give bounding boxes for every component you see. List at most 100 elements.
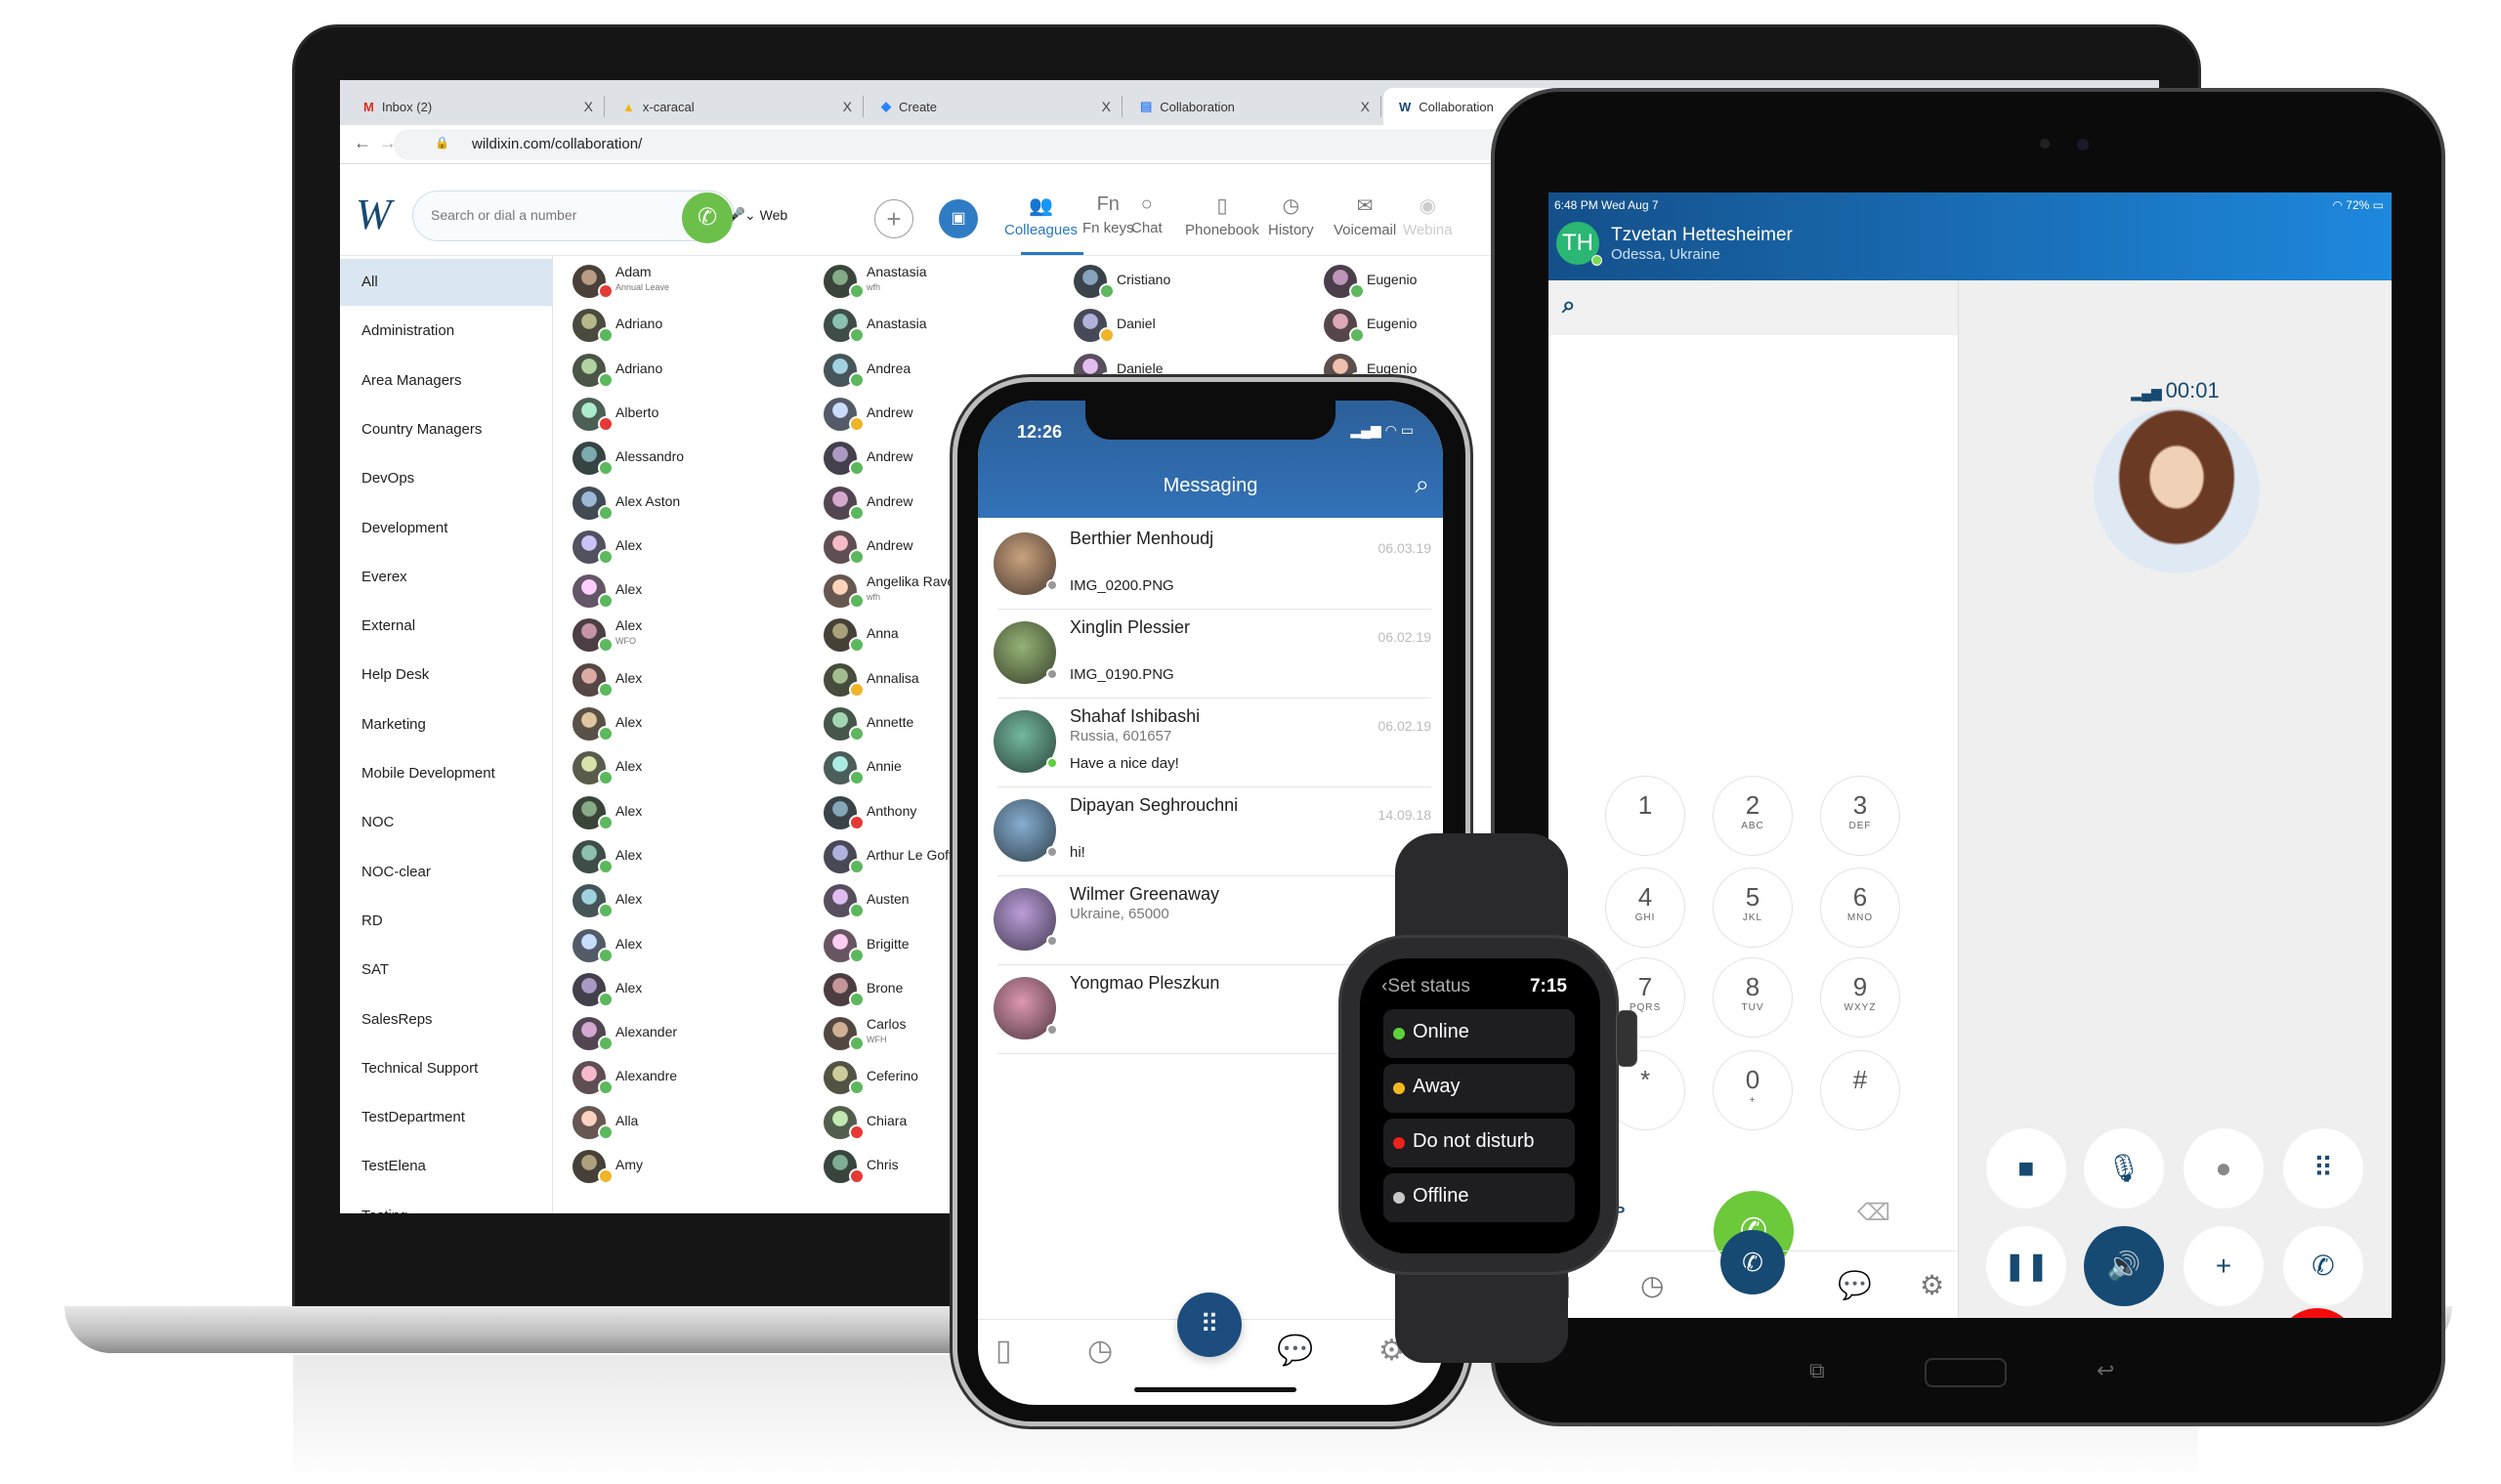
sidebar-item-technical-support[interactable]: Technical Support: [340, 1045, 553, 1092]
sidebar-item-testdepartment[interactable]: TestDepartment: [340, 1094, 553, 1141]
back-icon[interactable]: ←: [354, 133, 371, 153]
dial-key-5[interactable]: 5 JKL: [1713, 868, 1793, 948]
transfer-button[interactable]: ✆: [2283, 1226, 2363, 1306]
sidebar-item-rd[interactable]: RD: [340, 898, 553, 945]
message-thread[interactable]: Dipayan Seghrouchni hi! 14.09.18: [978, 787, 1443, 876]
tab-fn-keys[interactable]: Fn Fn keys: [1082, 193, 1134, 236]
backspace-icon[interactable]: ⌫: [1857, 1199, 1890, 1227]
watch-back-button[interactable]: ‹Set status: [1381, 976, 1470, 997]
call-button[interactable]: ✆: [682, 192, 733, 243]
sidebar-item-everex[interactable]: Everex: [340, 554, 553, 601]
sidebar-item-development[interactable]: Development: [340, 505, 553, 552]
colleague-item[interactable]: Anastasia wfh: [812, 259, 1056, 303]
colleague-item[interactable]: Alex WFO: [561, 613, 805, 657]
sidebar-item-administration[interactable]: Administration: [340, 308, 553, 355]
colleague-item[interactable]: Alex: [561, 525, 805, 569]
tab-voicemail[interactable]: ✉ Voicemail: [1334, 193, 1396, 238]
screen-share-button[interactable]: ▣: [939, 199, 978, 238]
sidebar-item-testing[interactable]: Testing: [340, 1193, 553, 1213]
hangup-button[interactable]: ☎: [2277, 1308, 2357, 1318]
add-button[interactable]: +: [874, 199, 913, 238]
settings-icon[interactable]: ⚙: [1920, 1269, 1944, 1301]
dial-key-1[interactable]: 1: [1605, 776, 1685, 856]
browser-tab-4[interactable]: ▤ Collaboration X: [1124, 88, 1383, 125]
sidebar-item-sat[interactable]: SAT: [340, 947, 553, 994]
colleague-item[interactable]: Cristiano: [1062, 259, 1306, 303]
dial-key-hash[interactable]: #: [1820, 1050, 1900, 1130]
message-thread[interactable]: Berthier Menhoudj IMG_0200.PNG 06.03.19: [978, 521, 1443, 610]
sidebar-item-help-desk[interactable]: Help Desk: [340, 652, 553, 699]
phonebook-icon[interactable]: ▯: [996, 1334, 1012, 1368]
dialpad-tab-button[interactable]: ✆: [1720, 1230, 1785, 1294]
sidebar-item-external[interactable]: External: [340, 603, 553, 650]
dial-key-4[interactable]: 4 GHI: [1605, 868, 1685, 948]
history-icon[interactable]: ◷: [1640, 1269, 1664, 1301]
chat-icon[interactable]: 💬: [1277, 1334, 1313, 1368]
colleague-item[interactable]: Alex: [561, 701, 805, 745]
dial-key-9[interactable]: 9 WXYZ: [1820, 957, 1900, 1038]
search-icon[interactable]: ⌕: [1415, 469, 1429, 500]
close-tab-icon[interactable]: X: [584, 99, 593, 114]
status-option-online[interactable]: Online: [1383, 1009, 1575, 1058]
sidebar-item-salesreps[interactable]: SalesReps: [340, 996, 553, 1043]
browser-tab-2[interactable]: ▲ x-caracal X: [607, 88, 866, 125]
dial-key-2[interactable]: 2 ABC: [1713, 776, 1793, 856]
dial-key-6[interactable]: 6 MNO: [1820, 868, 1900, 948]
sidebar-item-noc-clear[interactable]: NOC-clear: [340, 849, 553, 896]
sidebar-item-all[interactable]: All: [340, 259, 553, 306]
colleague-item[interactable]: Adriano: [561, 348, 805, 392]
colleague-item[interactable]: Alberto: [561, 392, 805, 436]
dial-key-3[interactable]: 3 DEF: [1820, 776, 1900, 856]
tab-colleagues[interactable]: 👥 Colleagues: [1004, 193, 1078, 238]
colleague-item[interactable]: Alex: [561, 967, 805, 1011]
dial-key-8[interactable]: 8 TUV: [1713, 957, 1793, 1038]
status-option-offline[interactable]: Offline: [1383, 1173, 1575, 1222]
colleague-item[interactable]: Daniel: [1062, 303, 1306, 347]
tab-history[interactable]: ◷ History: [1268, 193, 1314, 238]
home-button[interactable]: [1925, 1358, 2007, 1387]
colleague-item[interactable]: Alla: [561, 1100, 805, 1144]
sidebar-item-noc[interactable]: NOC: [340, 799, 553, 846]
record-button[interactable]: ●: [2183, 1128, 2264, 1208]
dialpad-button[interactable]: ⠿: [1177, 1293, 1242, 1357]
colleague-item[interactable]: Adriano: [561, 303, 805, 347]
colleague-item[interactable]: Alexander: [561, 1011, 805, 1055]
sidebar-item-country-managers[interactable]: Country Managers: [340, 406, 553, 453]
colleague-item[interactable]: Alex: [561, 923, 805, 967]
digital-crown[interactable]: [1616, 1010, 1637, 1067]
search-icon[interactable]: ⌕: [1562, 292, 1575, 319]
colleague-item[interactable]: Anastasia: [812, 303, 1056, 347]
colleague-item[interactable]: Alex: [561, 790, 805, 834]
sidebar-item-area-managers[interactable]: Area Managers: [340, 358, 553, 404]
mute-button[interactable]: 🎙: [2084, 1128, 2164, 1208]
colleague-item[interactable]: Alex Aston: [561, 481, 805, 525]
dial-key-0[interactable]: 0 +: [1713, 1050, 1793, 1130]
close-tab-icon[interactable]: X: [1361, 99, 1370, 114]
history-icon[interactable]: ◷: [1087, 1334, 1113, 1368]
sidebar-item-marketing[interactable]: Marketing: [340, 701, 553, 748]
chat-icon[interactable]: 💬: [1838, 1269, 1872, 1301]
sidebar-item-testelena[interactable]: TestElena: [340, 1143, 553, 1190]
search-bar[interactable]: ⌕: [1548, 280, 1958, 335]
recents-button[interactable]: ⧉: [1809, 1358, 1825, 1383]
status-option-do-not-disturb[interactable]: Do not disturb: [1383, 1119, 1575, 1167]
colleague-item[interactable]: Alexandre: [561, 1055, 805, 1099]
sidebar-item-mobile-development[interactable]: Mobile Development: [340, 750, 553, 797]
colleague-item[interactable]: Adam Annual Leave: [561, 259, 805, 303]
colleague-item[interactable]: Alessandro: [561, 436, 805, 480]
browser-tab-1[interactable]: M Inbox (2) X: [348, 88, 607, 125]
close-tab-icon[interactable]: X: [1102, 99, 1111, 114]
back-button[interactable]: ↩: [2097, 1358, 2114, 1383]
colleague-item[interactable]: Alex: [561, 657, 805, 701]
browser-tab-3[interactable]: ◆ Create X: [866, 88, 1124, 125]
message-thread[interactable]: Shahaf Ishibashi Russia, 601657 Have a nic…: [978, 699, 1443, 787]
colleague-item[interactable]: Alex: [561, 878, 805, 922]
speaker-button[interactable]: 🔊: [2084, 1226, 2164, 1306]
status-option-away[interactable]: Away: [1383, 1064, 1575, 1113]
tab-webina[interactable]: ◉ Webina: [1403, 193, 1453, 238]
tab-phonebook[interactable]: ▯ Phonebook: [1185, 193, 1259, 238]
device-select[interactable]: ⌄ Web: [744, 207, 787, 224]
message-thread[interactable]: Xinglin Plessier IMG_0190.PNG 06.02.19: [978, 610, 1443, 699]
video-button[interactable]: ■: [1986, 1128, 2066, 1208]
colleague-item[interactable]: Amy: [561, 1144, 805, 1188]
